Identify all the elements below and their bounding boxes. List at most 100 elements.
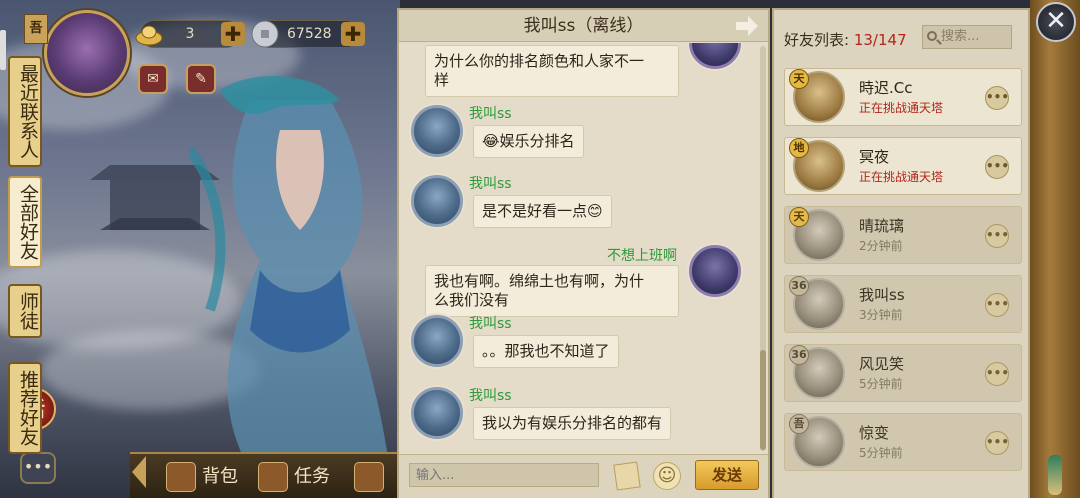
chat-input-bar: ☺ 发送 bbox=[399, 454, 768, 498]
message-bubble: 😂娱乐分排名 bbox=[473, 125, 584, 158]
vip-badge: 吾 bbox=[24, 14, 48, 44]
friend-status: 3分钟前 bbox=[859, 308, 903, 322]
more-options-button[interactable]: ••• bbox=[985, 224, 1009, 248]
message-bubble: 我以为有娱乐分排名的都有 bbox=[473, 407, 672, 440]
sender-name: 不想上班啊 bbox=[607, 248, 677, 264]
friend-name: 時迟.Cc bbox=[859, 79, 913, 97]
add-silver-button[interactable]: ✚ bbox=[341, 22, 365, 46]
bottom-bar: 背包 任务 bbox=[130, 452, 400, 498]
game-scene: 吾 3 ✚ 67528 ✚ ✉ ✎ 活 ••• bbox=[0, 0, 400, 498]
rank-badge: 地 bbox=[789, 138, 809, 158]
friend-avatar bbox=[411, 175, 463, 227]
my-avatar bbox=[689, 245, 741, 297]
message-bubble: 为什么你的排名颜色和人家不一 样 bbox=[425, 45, 679, 97]
rank-badge: 天 bbox=[789, 207, 809, 227]
arrow-right-icon[interactable] bbox=[736, 16, 758, 36]
gold-counter: 3 ✚ bbox=[135, 20, 245, 48]
chat-message: 我叫ss 我以为有娱乐分排名的都有 bbox=[399, 383, 756, 445]
silver-value: 67528 bbox=[287, 26, 332, 42]
more-options-button[interactable]: ••• bbox=[985, 362, 1009, 386]
send-button[interactable]: 发送 bbox=[695, 460, 759, 490]
tassel-decoration bbox=[1048, 455, 1062, 495]
tab-all-friends[interactable]: 全部好友 bbox=[8, 176, 42, 268]
friends-panel: 好友列表: 13/147 搜索... 天 時迟.Cc 正在挑战通天塔 ••• 地… bbox=[772, 8, 1030, 498]
tab-recommended-friends[interactable]: 推荐好友 bbox=[8, 362, 42, 454]
friends-count: 13/147 bbox=[853, 31, 907, 49]
gold-value: 3 bbox=[185, 26, 195, 42]
tab-recent-contacts[interactable]: 最近联系人 bbox=[8, 56, 42, 167]
task-label: 任务 bbox=[294, 466, 330, 487]
close-button[interactable]: ✕ bbox=[1036, 2, 1076, 42]
rank-badge: 天 bbox=[789, 69, 809, 89]
chat-message: 我叫ss 是不是好看一点😊 bbox=[399, 171, 756, 233]
chat-input[interactable] bbox=[409, 463, 599, 487]
level-badge: 36 bbox=[789, 345, 809, 365]
gold-ingot-icon bbox=[135, 25, 163, 46]
chat-messages[interactable]: 为什么你的排名颜色和人家不一 样 我叫ss 😂娱乐分排名 我叫ss 是不是好看一… bbox=[399, 43, 756, 454]
collapse-arrow-icon[interactable] bbox=[132, 456, 146, 488]
task-icon bbox=[258, 462, 288, 492]
friend-status: 正在挑战通天塔 bbox=[859, 170, 944, 184]
friend-item[interactable]: 地 冥夜 正在挑战通天塔 ••• bbox=[784, 137, 1022, 195]
mail-icon[interactable]: ✉ bbox=[138, 64, 168, 94]
chat-message: 不想上班啊 我也有啊。绵绵土也有啊，为什 么我们没有 bbox=[399, 241, 756, 317]
friend-name: 风见笑 bbox=[859, 355, 905, 373]
friend-name: 晴琉璃 bbox=[859, 217, 905, 235]
friends-list-title: 好友列表: 13/147 bbox=[784, 29, 907, 50]
friend-status: 5分钟前 bbox=[859, 377, 903, 391]
chat-header: 我叫ss（离线） bbox=[399, 10, 768, 42]
friend-name: 冥夜 bbox=[859, 148, 890, 166]
player-avatar[interactable] bbox=[44, 10, 130, 96]
quest-icon[interactable]: ✎ bbox=[186, 64, 216, 94]
chat-message: 我叫ss 😂娱乐分排名 bbox=[399, 101, 756, 163]
chat-button[interactable]: ••• bbox=[20, 452, 56, 484]
friend-item[interactable]: 天 晴琉璃 2分钟前 ••• bbox=[784, 206, 1022, 264]
friend-avatar bbox=[411, 387, 463, 439]
chat-scroll-thumb[interactable] bbox=[760, 350, 766, 450]
message-bubble: 我也有啊。绵绵土也有啊，为什 么我们没有 bbox=[425, 265, 679, 317]
silver-coin-icon bbox=[251, 20, 279, 48]
chat-title: 我叫ss（离线） bbox=[523, 16, 644, 36]
edge-handle[interactable] bbox=[0, 30, 6, 70]
friend-item[interactable]: 36 我叫ss 3分钟前 ••• bbox=[784, 275, 1022, 333]
friend-status: 5分钟前 bbox=[859, 446, 903, 460]
friend-status: 2分钟前 bbox=[859, 239, 903, 253]
friend-item[interactable]: 36 风见笑 5分钟前 ••• bbox=[784, 344, 1022, 402]
friend-item[interactable]: 吾 惊变 5分钟前 ••• bbox=[784, 413, 1022, 471]
friend-avatar bbox=[411, 315, 463, 367]
level-badge: 36 bbox=[789, 276, 809, 296]
friend-item[interactable]: 天 時迟.Cc 正在挑战通天塔 ••• bbox=[784, 68, 1022, 126]
tab-master-apprentice[interactable]: 师徒 bbox=[8, 284, 42, 338]
more-bottom-button[interactable] bbox=[354, 460, 390, 494]
add-gold-button[interactable]: ✚ bbox=[221, 22, 245, 46]
sender-name: 我叫ss bbox=[469, 106, 512, 122]
sender-name: 我叫ss bbox=[469, 176, 512, 192]
friend-name: 惊变 bbox=[859, 424, 890, 442]
search-icon bbox=[927, 31, 937, 41]
message-text: 么我们没有 bbox=[434, 291, 510, 309]
task-button[interactable]: 任务 bbox=[258, 460, 330, 494]
friend-status: 正在挑战通天塔 bbox=[859, 101, 944, 115]
sender-name: 我叫ss bbox=[469, 388, 512, 404]
more-options-button[interactable]: ••• bbox=[985, 293, 1009, 317]
level-badge: 吾 bbox=[789, 414, 809, 434]
message-text: 样 bbox=[434, 71, 450, 89]
emoji-icon[interactable]: ☺ bbox=[653, 462, 681, 490]
scroll-icon bbox=[354, 462, 384, 492]
message-text: 我也有啊。绵绵土也有啊，为什 bbox=[434, 272, 645, 290]
friends-title-label: 好友列表: bbox=[784, 31, 850, 49]
bag-button[interactable]: 背包 bbox=[166, 460, 238, 494]
more-options-button[interactable]: ••• bbox=[985, 86, 1009, 110]
tab-rail bbox=[1030, 0, 1080, 498]
chat-message: 我叫ss 。。那我也不知道了 bbox=[399, 311, 756, 373]
friend-search-input[interactable]: 搜索... bbox=[922, 25, 1012, 49]
silver-counter: 67528 ✚ bbox=[251, 20, 365, 48]
friend-avatar bbox=[411, 105, 463, 157]
card-icon[interactable] bbox=[613, 461, 641, 491]
chat-panel: 我叫ss（离线） 为什么你的排名颜色和人家不一 样 我叫ss 😂娱乐分排名 我叫… bbox=[397, 8, 770, 498]
character-art bbox=[190, 76, 390, 470]
friend-name: 我叫ss bbox=[859, 286, 905, 304]
more-options-button[interactable]: ••• bbox=[985, 431, 1009, 455]
search-placeholder: 搜索... bbox=[941, 29, 980, 44]
more-options-button[interactable]: ••• bbox=[985, 155, 1009, 179]
